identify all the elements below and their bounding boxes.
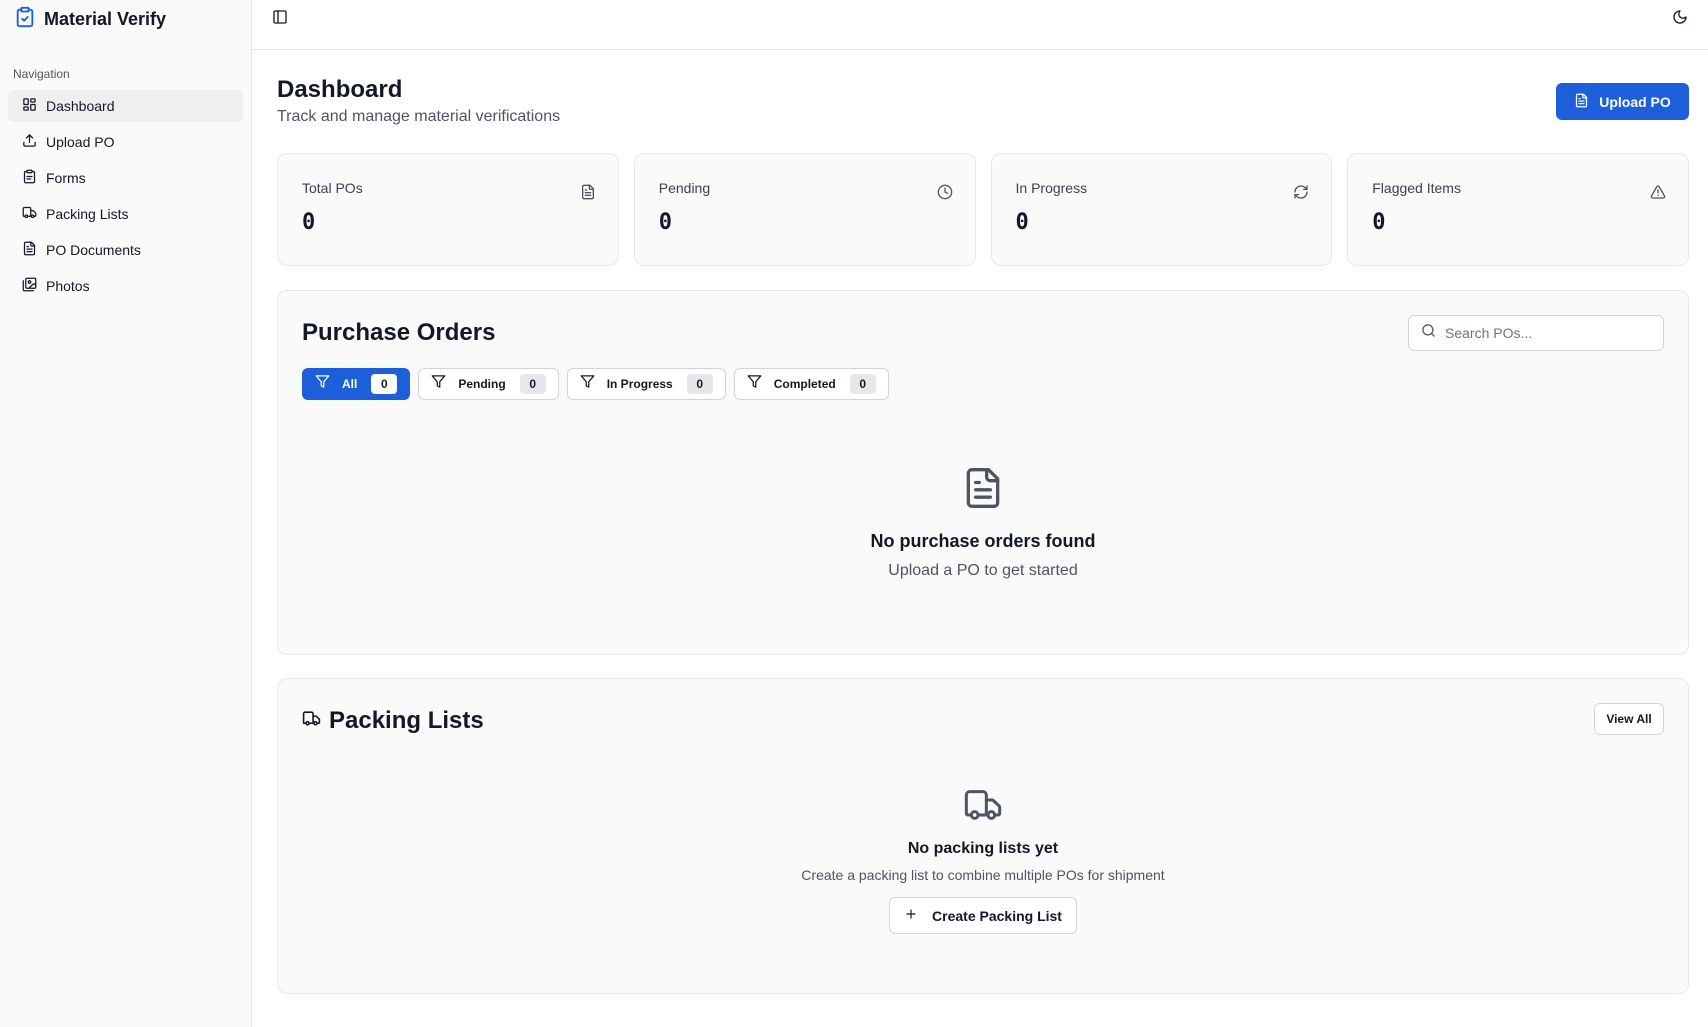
filter-all-button[interactable]: All 0 [302,368,411,400]
stat-card-pending: Pending 0 [633,153,976,266]
sidebar-item-label: Photos [46,278,90,294]
sidebar-toggle-button[interactable] [267,6,293,32]
filter-label: Completed [773,377,836,391]
upload-icon [22,133,37,151]
page-subtitle: Track and manage material verifications [277,108,561,125]
theme-toggle-button[interactable] [1667,6,1693,32]
filter-in-progress-button[interactable]: In Progress 0 [566,368,726,400]
filter-label: In Progress [606,377,673,391]
filter-icon [580,374,595,394]
truck-icon [963,785,1003,830]
sidebar-item-po-documents[interactable]: PO Documents [8,234,243,266]
stat-value: 0 [1372,210,1386,235]
empty-title: No purchase orders found [870,531,1096,551]
clipboard-icon [22,169,37,187]
stat-label: Pending [658,180,711,196]
filter-tabs: All 0 Pending 0 In Progress 0 Completed … [302,368,889,400]
stat-label: In Progress [1015,180,1088,196]
filter-completed-button[interactable]: Completed 0 [733,368,889,400]
stat-label: Total POs [302,180,363,196]
search-box[interactable] [1408,315,1664,351]
sidebar-nav: Dashboard Upload PO Forms Packing Lists … [0,90,251,302]
app-name: Material Verify [44,8,167,29]
nav-heading: Navigation [13,67,70,81]
purchase-orders-empty-state: No purchase orders found Upload a PO to … [278,464,1688,580]
stat-value: 0 [658,210,672,235]
empty-subtitle: Create a packing list to combine multipl… [801,867,1165,883]
stat-card-flagged-items: Flagged Items 0 [1347,153,1689,266]
sidebar-item-packing-lists[interactable]: Packing Lists [8,198,243,230]
search-input[interactable] [1445,325,1645,341]
page-title: Dashboard [277,76,403,103]
packing-lists-header: Packing Lists [302,707,484,735]
filter-icon [315,374,330,394]
warning-icon [1650,184,1666,200]
images-icon [22,277,37,295]
search-icon [1421,323,1436,343]
sidebar-item-label: Dashboard [46,98,115,114]
sidebar-item-forms[interactable]: Forms [8,162,243,194]
filter-count-badge: 0 [849,374,876,394]
sidebar-toggle-icon [272,9,288,30]
refresh-icon [1293,184,1309,200]
packing-lists-panel: Packing Lists View All No packing lists … [277,678,1689,994]
view-all-button[interactable]: View All [1594,703,1664,735]
clipboard-check-icon [14,6,36,33]
moon-icon [1672,9,1688,30]
create-packing-list-label: Create Packing List [932,907,1062,924]
filter-label: All [342,377,358,391]
view-all-label: View All [1606,712,1652,726]
truck-icon [302,709,321,733]
filter-icon [747,374,762,394]
packing-lists-empty-state: No packing lists yet Create a packing li… [278,785,1688,934]
stat-card-in-progress: In Progress 0 [990,153,1333,266]
stat-label: Flagged Items [1372,180,1461,196]
dashboard-icon [22,97,37,115]
filter-label: Pending [458,377,506,391]
purchase-orders-panel: Purchase Orders All 0 Pending 0 In Progr… [277,290,1689,655]
sidebar-item-upload-po[interactable]: Upload PO [8,126,243,158]
filter-count-badge: 0 [686,374,713,394]
file-icon [580,184,596,200]
clock-icon [937,184,953,200]
stat-card-total-pos: Total POs 0 [277,153,619,266]
brand[interactable]: Material Verify [0,0,251,38]
purchase-orders-title: Purchase Orders [302,319,496,346]
sidebar-item-photos[interactable]: Photos [8,270,243,302]
sidebar-item-label: PO Documents [46,242,141,258]
create-packing-list-button[interactable]: Create Packing List [889,897,1077,934]
sidebar-item-label: Forms [46,170,86,186]
filter-icon [431,374,446,394]
sidebar-item-dashboard[interactable]: Dashboard [8,90,243,122]
file-text-icon [961,464,1005,517]
sidebar-item-label: Upload PO [46,134,115,150]
main-content: Dashboard Track and manage material veri… [252,50,1708,1027]
upload-po-button[interactable]: Upload PO [1556,83,1689,120]
plus-icon [904,907,918,924]
empty-subtitle: Upload a PO to get started [888,562,1078,579]
file-text-icon [22,241,37,259]
truck-icon [22,205,37,223]
empty-title: No packing lists yet [907,840,1059,857]
sidebar: Material Verify Navigation Dashboard Upl… [0,0,252,1027]
filter-count-badge: 0 [519,374,546,394]
file-icon [1574,93,1599,111]
packing-lists-title: Packing Lists [329,707,484,734]
filter-pending-button[interactable]: Pending 0 [418,368,559,400]
stat-value: 0 [1015,210,1029,235]
upload-po-button-label: Upload PO [1599,93,1671,110]
sidebar-item-label: Packing Lists [46,206,129,222]
topbar [252,0,1708,50]
stats-row: Total POs 0 Pending 0 In Progress 0 Flag… [277,153,1689,266]
filter-count-badge: 0 [371,374,398,394]
stat-value: 0 [302,210,316,235]
